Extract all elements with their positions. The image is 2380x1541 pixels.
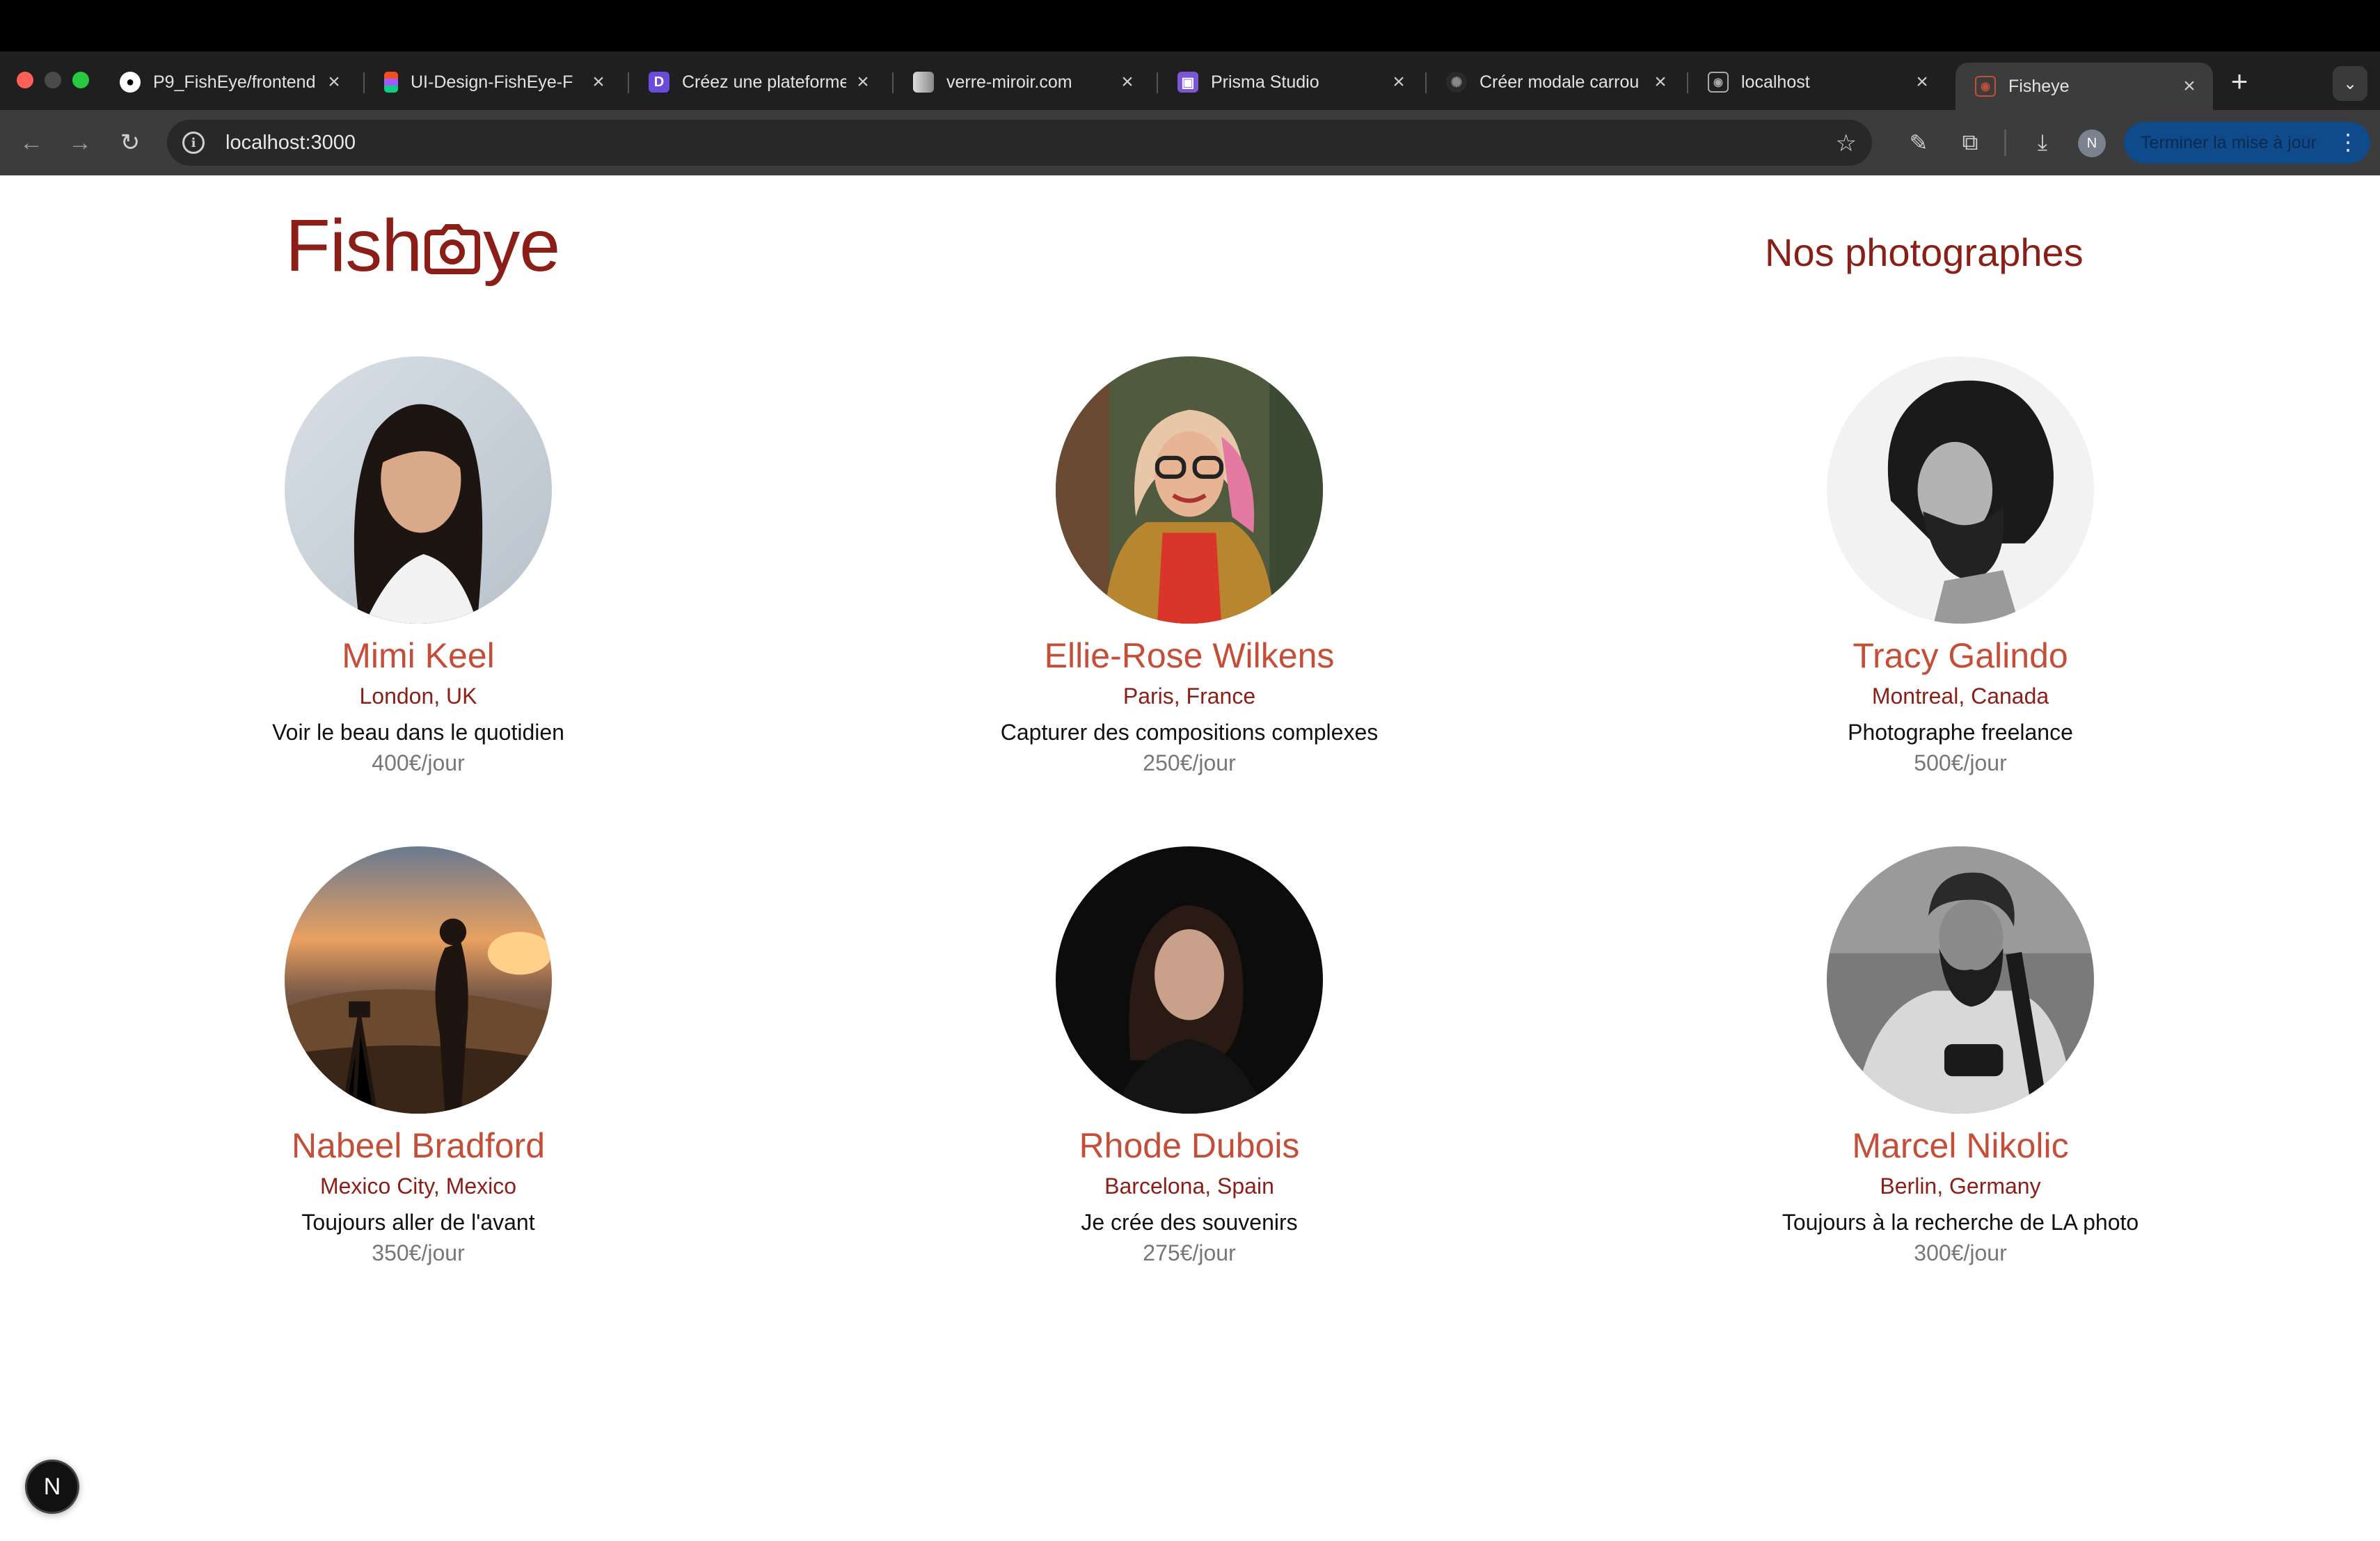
photographer-location: Mexico City, Mexico [319,1173,517,1199]
page-title: Nos photographes [1765,230,2084,274]
photographer-card[interactable]: Nabeel Bradford Mexico City, Mexico Touj… [175,846,662,1268]
photographer-name[interactable]: Marcel Nikolic [1717,1123,2204,1168]
reload-icon[interactable]: ↻ [113,125,148,160]
photographer-price: 500€/jour [1914,750,2007,775]
photographer-tagline: Toujours aller de l'avant [301,1210,535,1235]
forward-arrow-icon[interactable]: → [63,125,97,160]
close-icon[interactable]: × [1912,70,1932,93]
tab-search-button[interactable]: ⌄ [2333,66,2367,101]
photographer-name[interactable]: Rhode Dubois [946,1123,1433,1168]
close-icon[interactable]: × [1651,70,1670,93]
photographer-price: 400€/jour [372,750,465,775]
tab-title: Créez une plateforme [682,72,846,92]
photographer-tagline: Je crée des souvenirs [1081,1210,1298,1235]
photographer-name[interactable]: Tracy Galindo [1717,633,2204,678]
download-icon[interactable]: ⤓ [2025,125,2060,160]
update-button-label: Terminer la mise à jour [2141,132,2317,152]
openclassrooms-icon: D [649,72,669,93]
photographer-portrait[interactable] [1827,846,2094,1114]
photographer-card[interactable]: Rhode Dubois Barcelona, Spain Je crée de… [946,846,1433,1268]
photographer-tagline: Photographe freelance [1848,720,2073,745]
tab-title: P9_FishEye/frontend [153,72,316,92]
photographer-price: 250€/jour [1143,750,1236,775]
camera-icon: ◉ [1975,76,1996,97]
tab-fisheye[interactable]: ◉ Fisheye × [1955,63,2213,110]
tab-openclassrooms[interactable]: D Créez une plateforme × [629,63,887,102]
fisheye-logo[interactable]: Fish ye [285,205,560,288]
photographer-tagline: Voir le beau dans le quotidien [272,720,564,745]
tab-prisma[interactable]: ▣ Prisma Studio × [1158,63,1422,102]
close-icon[interactable]: × [324,70,344,93]
photographer-card[interactable]: Ellie-Rose Wilkens Paris, France Capture… [946,356,1433,778]
tab-title: localhost [1741,72,1810,92]
photographer-location: Montreal, Canada [1871,683,2049,709]
tab-figma[interactable]: UI-Design-FishEye-F × [365,63,622,102]
tab-localhost[interactable]: ◉ localhost × [1688,63,1946,102]
more-menu-icon[interactable]: ⋮ [2337,129,2359,155]
extensions-puzzle-icon[interactable]: ⧉ [1953,125,1988,160]
update-button[interactable]: Terminer la mise à jour ⋮ [2124,122,2370,164]
address-bar[interactable]: i localhost:3000 ☆ [167,120,1872,166]
photographer-location: London, UK [359,683,477,709]
tab-chatgpt[interactable]: ✺ Créer modale carrou × [1427,63,1684,102]
photographer-location: Paris, France [1122,683,1256,709]
close-icon[interactable]: × [589,70,608,93]
close-icon[interactable]: × [1389,70,1409,93]
close-window-button[interactable] [17,72,33,88]
photographer-portrait[interactable] [1056,846,1323,1114]
prisma-icon: ▣ [1177,72,1198,93]
close-icon[interactable]: × [1118,70,1137,93]
photographer-location: Barcelona, Spain [1104,1173,1274,1199]
chatgpt-icon: ✺ [1446,72,1467,93]
photographer-card[interactable]: Marcel Nikolic Berlin, Germany Toujours … [1717,846,2204,1268]
new-tab-button[interactable]: + [2224,65,2255,97]
photographer-name[interactable]: Nabeel Bradford [175,1123,662,1168]
photographer-tagline: Toujours à la recherche de LA photo [1782,1210,2139,1235]
photographer-price: 300€/jour [1914,1240,2007,1265]
photographer-portrait[interactable] [1056,356,1323,624]
eyedropper-extension-icon[interactable]: ✎ [1901,125,1936,160]
github-icon: ● [120,72,141,93]
close-icon[interactable]: × [2180,74,2199,97]
toolbar-divider [2004,129,2006,156]
photographer-portrait[interactable] [285,846,552,1114]
tab-github[interactable]: ● P9_FishEye/frontend × [100,63,358,102]
photographer-price: 350€/jour [372,1240,465,1265]
nextjs-dev-tools-button[interactable]: N [25,1460,79,1514]
photographer-tagline: Capturer des compositions complexes [1000,720,1379,745]
close-icon[interactable]: × [853,70,873,93]
site-icon [913,72,934,93]
tab-title: Prisma Studio [1211,72,1319,92]
screen-top-bar [0,0,2380,52]
address-url[interactable]: localhost:3000 [225,132,356,155]
minimize-window-button[interactable] [45,72,61,88]
camera-icon: ◉ [1708,72,1729,93]
bookmark-star-icon[interactable]: ☆ [1836,129,1857,157]
logo-text-left: Fish [285,205,422,287]
tab-title: Créer modale carrou [1479,72,1640,92]
photographer-name[interactable]: Mimi Keel [175,633,662,678]
photographer-card[interactable]: Mimi Keel London, UK Voir le beau dans l… [175,356,662,778]
camera-logo-icon [425,224,481,274]
photographer-card[interactable]: Tracy Galindo Montreal, Canada Photograp… [1717,356,2204,778]
photographer-name[interactable]: Ellie-Rose Wilkens [946,633,1433,678]
zoom-window-button[interactable] [72,72,89,88]
back-arrow-icon[interactable]: ← [14,125,49,160]
logo-text-right: ye [483,205,560,287]
site-info-icon[interactable]: i [182,132,205,154]
tab-title: UI-Design-FishEye-F [411,72,573,92]
tab-verre-miroir[interactable]: verre-miroir.com × [894,63,1151,102]
photographer-portrait[interactable] [285,356,552,624]
tab-title: verre-miroir.com [946,72,1072,92]
photographer-price: 275€/jour [1143,1240,1236,1265]
profile-avatar[interactable]: N [2078,129,2106,157]
tab-title: Fisheye [2008,76,2070,96]
photographer-portrait[interactable] [1827,356,2094,624]
figma-icon [384,72,398,93]
photographer-location: Berlin, Germany [1880,1173,2041,1199]
